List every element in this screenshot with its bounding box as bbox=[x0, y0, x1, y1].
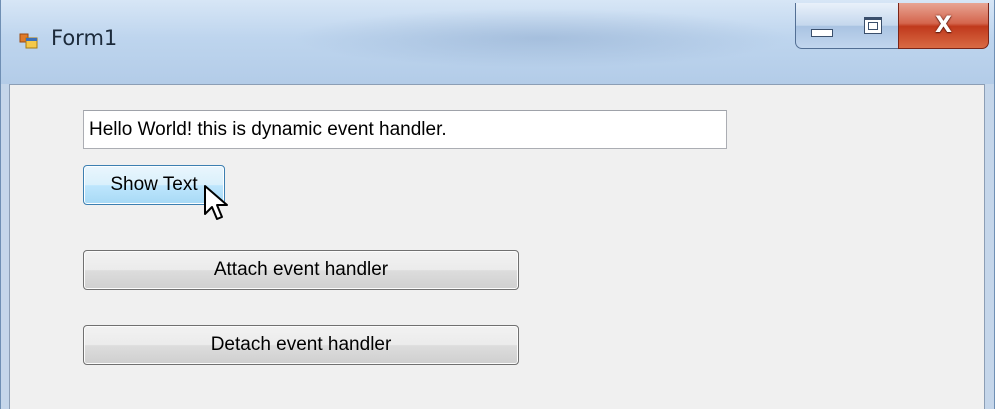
close-icon: X bbox=[935, 13, 952, 38]
minimize-button[interactable] bbox=[795, 3, 848, 49]
title-bar-glow bbox=[291, 8, 791, 68]
minimize-icon bbox=[810, 28, 833, 37]
attach-event-handler-button[interactable]: Attach event handler bbox=[83, 250, 519, 290]
title-bar[interactable]: Form1 X bbox=[1, 0, 994, 84]
window-title: Form1 bbox=[51, 26, 118, 50]
mouse-pointer-icon bbox=[203, 184, 233, 224]
maximize-icon bbox=[863, 17, 882, 34]
form1-window: Form1 X Show Text Attach event handler D… bbox=[0, 0, 995, 409]
form-app-icon[interactable] bbox=[19, 30, 39, 50]
close-button[interactable]: X bbox=[898, 3, 989, 49]
maximize-button[interactable] bbox=[847, 3, 899, 49]
detach-event-handler-button[interactable]: Detach event handler bbox=[83, 325, 519, 365]
message-textbox[interactable] bbox=[83, 110, 727, 149]
form-client-area: Show Text Attach event handler Detach ev… bbox=[9, 84, 985, 409]
